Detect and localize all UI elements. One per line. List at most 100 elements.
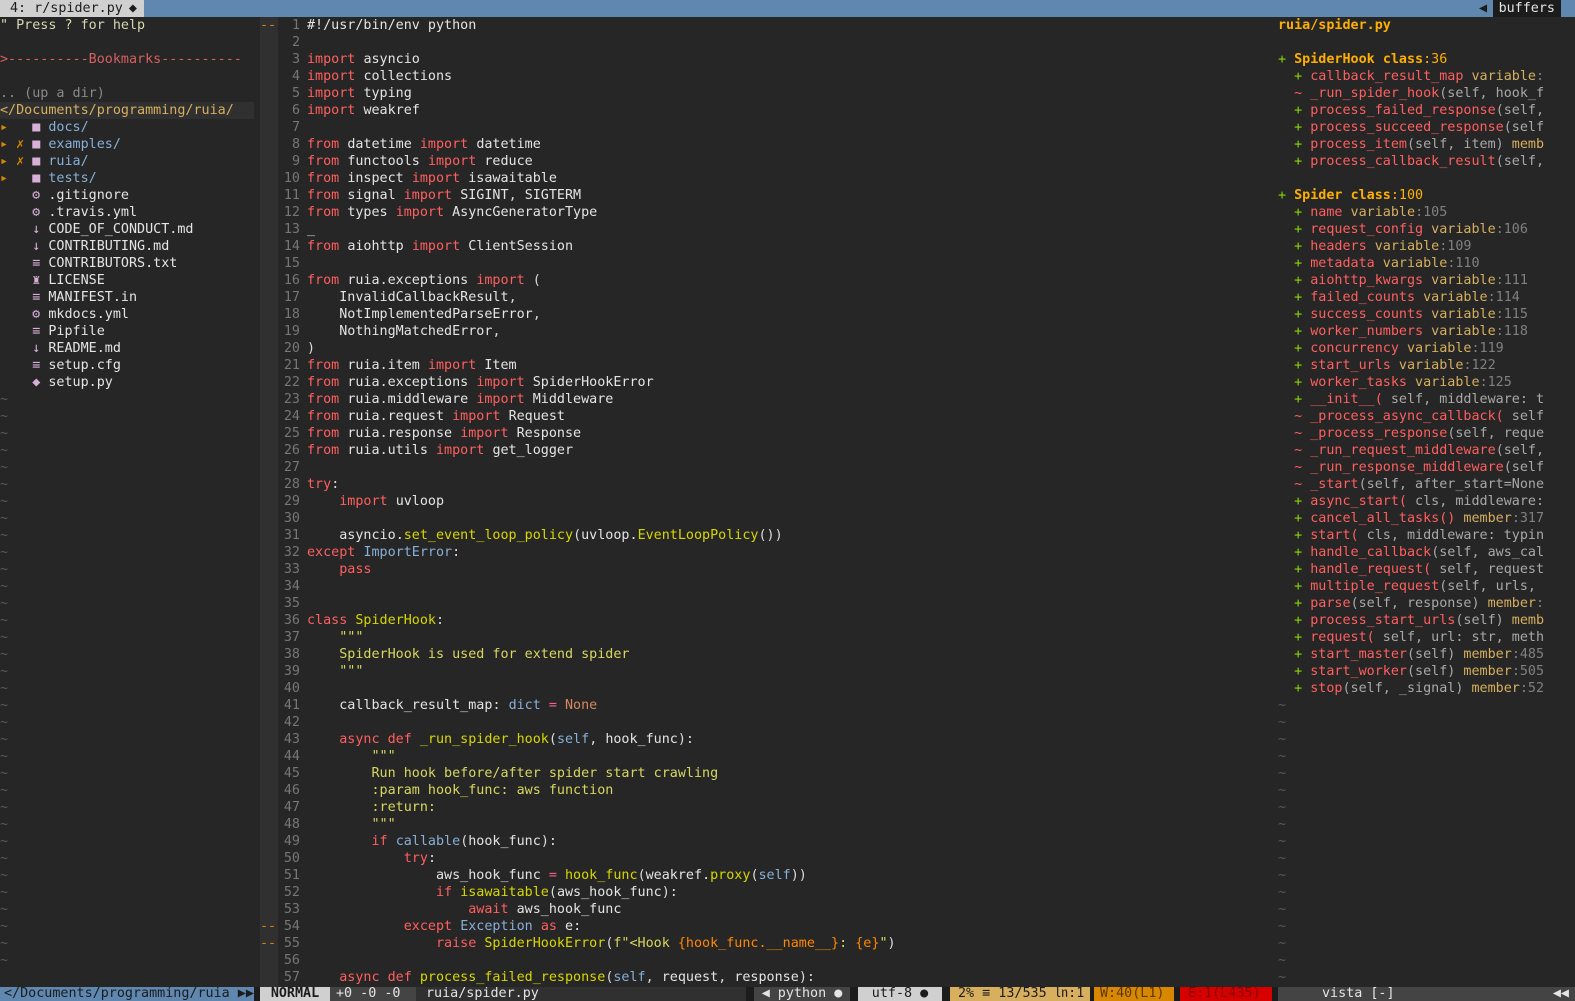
vista-item[interactable]: + concurrency variable:119 xyxy=(1278,340,1575,357)
vista-item[interactable]: + start( cls, middleware: typin xyxy=(1278,527,1575,544)
vista-item[interactable]: ~ _process_async_callback( self xyxy=(1278,408,1575,425)
tree-entry[interactable]: ▸ ■ tests/ xyxy=(0,170,254,187)
tree-entry[interactable]: ↓ CODE_OF_CONDUCT.md xyxy=(0,221,254,238)
vista-item[interactable]: ~ _run_response_middleware(self xyxy=(1278,459,1575,476)
vista-item[interactable]: + worker_numbers variable:118 xyxy=(1278,323,1575,340)
vista-group[interactable]: + SpiderHook class:36 xyxy=(1278,51,1575,68)
chevron-right-icon xyxy=(0,358,16,373)
code-editor[interactable]: 1 #!/usr/bin/env python 2 3 import asyncio 4 i… xyxy=(278,17,1272,987)
vista-item[interactable]: + process_succeed_response(self xyxy=(1278,119,1575,136)
vista-item[interactable]: ~ _run_spider_hook(self, hook_f xyxy=(1278,85,1575,102)
vista-symbol-name: process_callback_result xyxy=(1310,154,1496,169)
vista-item[interactable]: + cancel_all_tasks() member:317 xyxy=(1278,510,1575,527)
vista-item[interactable]: + start_urls variable:122 xyxy=(1278,357,1575,374)
line-number: 22 xyxy=(283,375,300,390)
vista-item[interactable]: + stop(self, _signal) member:52 xyxy=(1278,680,1575,697)
code-text: InvalidCallbackResult, xyxy=(339,290,517,305)
tree-entry[interactable]: ≡ MANIFEST.in xyxy=(0,289,254,306)
vista-item[interactable]: ~ _start(self, after_start=None xyxy=(1278,476,1575,493)
tab-active[interactable]: 4: r/spider.py ◆ xyxy=(0,0,144,17)
tree-root[interactable]: </Documents/programming/ruia/ xyxy=(0,102,254,119)
tree-entry[interactable]: ⚙ mkdocs.yml xyxy=(0,306,254,323)
status-errors[interactable]: E:1(L435) xyxy=(1180,987,1272,1001)
vista-group[interactable]: + Spider class:100 xyxy=(1278,187,1575,204)
vista-item[interactable]: ~ _run_request_middleware(self, xyxy=(1278,442,1575,459)
vista-item[interactable]: + metadata variable:110 xyxy=(1278,255,1575,272)
tree-entry[interactable]: ⚙ .gitignore xyxy=(0,187,254,204)
tree-entry[interactable]: ≡ Pipfile xyxy=(0,323,254,340)
tree-up-dir[interactable]: .. (up a dir) xyxy=(0,85,254,102)
line-number: 30 xyxy=(283,511,300,526)
vista-item[interactable]: + failed_counts variable:114 xyxy=(1278,289,1575,306)
vista-symbol-name: handle_callback xyxy=(1310,545,1432,560)
code-line: 47 :return: xyxy=(278,799,1272,816)
vista-item[interactable]: + process_start_urls(self) memb xyxy=(1278,612,1575,629)
vista-kind: memb xyxy=(1503,613,1545,628)
tree-entry[interactable]: ▸ ✗ ■ ruia/ xyxy=(0,153,254,170)
vista-item[interactable]: + process_callback_result(self, xyxy=(1278,153,1575,170)
vista-item[interactable]: + request( self, url: str, meth xyxy=(1278,629,1575,646)
git-sign xyxy=(260,952,278,969)
vista-item[interactable]: + name variable:105 xyxy=(1278,204,1575,221)
vista-item[interactable]: + request_config variable:106 xyxy=(1278,221,1575,238)
vista-item[interactable]: + callback_result_map variable: xyxy=(1278,68,1575,85)
symbol-outline-pane[interactable]: ruia/spider.py + SpiderHook class:36 + c… xyxy=(1278,17,1575,987)
vista-item[interactable]: + headers variable:109 xyxy=(1278,238,1575,255)
tree-entry[interactable]: ▸ ✗ ■ examples/ xyxy=(0,136,254,153)
git-sign xyxy=(260,561,278,578)
tree-entry[interactable]: ↓ CONTRIBUTING.md xyxy=(0,238,254,255)
vista-item[interactable]: + worker_tasks variable:125 xyxy=(1278,374,1575,391)
code-line: 44 """ xyxy=(278,748,1272,765)
vista-item[interactable]: + start_master(self) member:485 xyxy=(1278,646,1575,663)
code-line: 7 xyxy=(278,119,1272,136)
empty-line-marker: ~ xyxy=(0,494,9,509)
vista-signature: (self xyxy=(1503,120,1545,135)
vista-item[interactable]: + parse(self, response) member: xyxy=(1278,595,1575,612)
vista-symbol-name: worker_numbers xyxy=(1310,324,1424,339)
tree-entry[interactable]: ⚙ .travis.yml xyxy=(0,204,254,221)
git-sign xyxy=(260,969,278,986)
vista-kind: member xyxy=(1455,511,1512,526)
status-warnings[interactable]: W:40(L1) xyxy=(1094,987,1174,1001)
buffers-button[interactable]: buffers xyxy=(1492,0,1561,17)
vista-item[interactable]: + handle_request( self, request xyxy=(1278,561,1575,578)
vista-symbol-name: start_worker xyxy=(1310,664,1407,679)
line-number: 16 xyxy=(283,273,300,288)
git-modified-icon xyxy=(16,239,32,254)
vista-item[interactable]: + success_counts variable:115 xyxy=(1278,306,1575,323)
visibility-icon: + xyxy=(1278,511,1311,526)
vista-item[interactable]: ~ _process_response(self, reque xyxy=(1278,425,1575,442)
folder-icon: ■ xyxy=(32,137,49,152)
tree-entry[interactable]: ▸ ■ docs/ xyxy=(0,119,254,136)
tree-entry[interactable]: ≡ setup.cfg xyxy=(0,357,254,374)
code-text: if callable(hook_func): xyxy=(371,834,557,849)
line-number: 57 xyxy=(283,970,300,985)
chevron-right-icon xyxy=(0,222,16,237)
vista-item[interactable]: + start_worker(self) member:505 xyxy=(1278,663,1575,680)
tree-bookmarks-header[interactable]: >----------Bookmarks---------- xyxy=(0,51,254,68)
tree-entry[interactable]: ↓ README.md xyxy=(0,340,254,357)
vista-item[interactable]: + handle_callback(self, aws_cal xyxy=(1278,544,1575,561)
line-number: 31 xyxy=(283,528,300,543)
empty-line-marker: ~ xyxy=(0,477,9,492)
vista-item[interactable]: + async_start( cls, middleware: xyxy=(1278,493,1575,510)
vista-item[interactable]: + __init__( self, middleware: t xyxy=(1278,391,1575,408)
git-hunks: +0 -0 -0 xyxy=(330,987,416,1001)
empty-line-marker: ~ xyxy=(0,409,9,424)
file-tree-pane[interactable]: " Press ? for help >----------Bookmarks-… xyxy=(0,17,254,987)
line-number: 47 xyxy=(283,800,300,815)
git-modified-icon xyxy=(16,120,32,135)
code-line: 23 from ruia.middleware import Middleware xyxy=(278,391,1272,408)
code-text: from aiohttp import ClientSession xyxy=(307,239,574,254)
vista-item[interactable]: + multiple_request(self, urls, xyxy=(1278,578,1575,595)
vista-item[interactable]: + process_failed_response(self, xyxy=(1278,102,1575,119)
code-text: from ruia.exceptions import ( xyxy=(307,273,541,288)
tree-entry[interactable]: ◆ setup.py xyxy=(0,374,254,391)
tree-entry[interactable]: ♜ LICENSE xyxy=(0,272,254,289)
chevron-right-icon xyxy=(0,188,16,203)
tree-entry[interactable]: ≡ CONTRIBUTORS.txt xyxy=(0,255,254,272)
vista-item[interactable]: + process_item(self, item) memb xyxy=(1278,136,1575,153)
git-sign xyxy=(260,646,278,663)
vista-item[interactable]: + aiohttp_kwargs variable:111 xyxy=(1278,272,1575,289)
git-modified-icon xyxy=(16,290,32,305)
